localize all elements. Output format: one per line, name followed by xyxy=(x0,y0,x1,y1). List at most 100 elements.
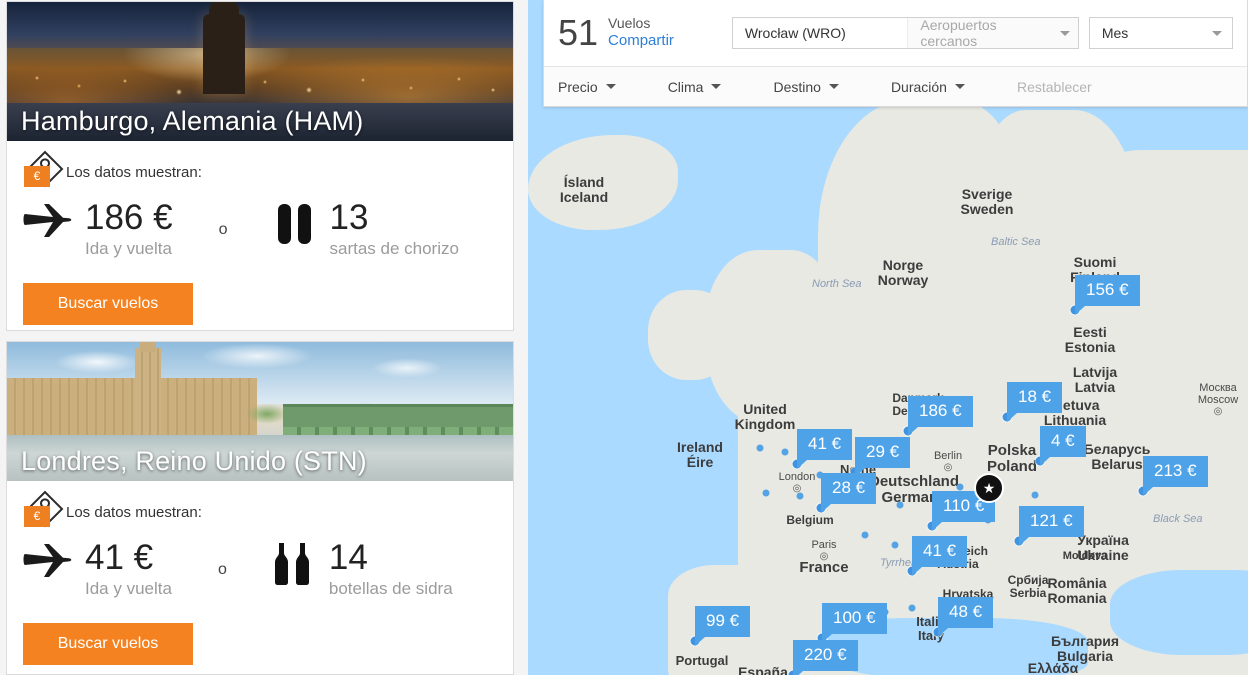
data-show-row: € Los datos muestran: xyxy=(23,490,497,528)
euro-symbol: € xyxy=(33,509,41,523)
destination-dot[interactable] xyxy=(908,604,916,612)
country-label: Belgium xyxy=(786,513,834,527)
price-marker[interactable]: 48 € xyxy=(938,597,994,637)
or-separator: o xyxy=(218,221,228,238)
city-label: London ◎ xyxy=(778,471,816,494)
result-card-hamburg[interactable]: Hamburgo, Alemania (HAM) € Los datos mue… xyxy=(6,1,514,331)
price-marker[interactable]: 41 € xyxy=(797,429,853,469)
card-title: Hamburgo, Alemania (HAM) xyxy=(21,106,364,136)
country-label: Eesti Estonia xyxy=(1064,324,1116,356)
chevron-down-icon xyxy=(605,84,616,89)
price-marker[interactable]: 41 € xyxy=(912,536,968,576)
period-select[interactable]: Mes xyxy=(1088,17,1233,49)
destination-dot[interactable] xyxy=(861,531,869,539)
destination-dot[interactable] xyxy=(896,501,904,509)
city-label: Paris ◎ xyxy=(811,539,837,562)
alternative-stat: 14 botellas de sidra xyxy=(271,538,453,599)
destination-dot[interactable] xyxy=(956,483,964,491)
country-label: Moldova xyxy=(1062,550,1108,562)
search-panel: 51 Vuelos Compartir Wrocław (WRO) Aeropu… xyxy=(543,0,1248,107)
filter-label: Precio xyxy=(558,78,598,95)
country-label: Sverige Sweden xyxy=(960,186,1014,218)
period-value: Mes xyxy=(1101,25,1129,41)
alternative-stat: 13 sartas de chorizo xyxy=(272,198,459,259)
price-marker[interactable]: 18 € xyxy=(1007,382,1063,422)
destination-dot[interactable] xyxy=(781,448,789,456)
reset-filters-button[interactable]: Restablecer xyxy=(1017,79,1092,95)
country-label: Ísland Iceland xyxy=(559,174,609,206)
country-label: United Kingdom xyxy=(734,401,796,433)
sky-layer xyxy=(7,2,513,48)
price-marker[interactable]: 220 € xyxy=(793,640,858,675)
or-separator: o xyxy=(217,561,227,578)
destination-dot[interactable] xyxy=(891,541,899,549)
country-label: Беларусь Belarus xyxy=(1083,441,1151,473)
chevron-down-icon xyxy=(711,84,722,89)
alt-value: 13 xyxy=(329,198,369,237)
sea-label: Black Sea xyxy=(1153,513,1203,525)
airplane-icon xyxy=(23,201,73,237)
search-panel-top: 51 Vuelos Compartir Wrocław (WRO) Aeropu… xyxy=(544,0,1247,66)
price-marker[interactable]: 213 € xyxy=(1143,456,1208,496)
filter-destino[interactable]: Destino xyxy=(773,78,839,95)
destination-dot[interactable] xyxy=(762,489,770,497)
result-card-london[interactable]: Londres, Reino Unido (STN) € Los datos m… xyxy=(6,341,514,675)
city-label: Berlin ◎ xyxy=(933,450,963,473)
sea-label: North Sea xyxy=(812,278,862,290)
results-column: Hamburgo, Alemania (HAM) € Los datos mue… xyxy=(0,0,528,675)
search-flights-button[interactable]: Buscar vuelos xyxy=(23,623,193,665)
filter-label: Destino xyxy=(773,78,821,95)
filter-duracion[interactable]: Duración xyxy=(891,79,965,95)
euro-symbol: € xyxy=(33,169,41,183)
card-stats: 41 € Ida y vuelta o 14 botellas de sidra xyxy=(23,538,497,599)
price-marker[interactable]: 29 € xyxy=(855,437,911,477)
destination-dot[interactable] xyxy=(796,492,804,500)
landmass-ireland xyxy=(648,290,733,380)
filter-precio[interactable]: Precio xyxy=(558,79,616,95)
nearby-airports-dropdown[interactable]: Aeropuertos cercanos xyxy=(907,17,1078,49)
country-label: Latvija Latvia xyxy=(1072,364,1118,396)
price-tag-icon: € xyxy=(23,490,64,528)
data-show-label: Los datos muestran: xyxy=(66,163,202,181)
country-label: Србија Serbia xyxy=(1007,573,1049,600)
destination-dot[interactable] xyxy=(756,444,764,452)
price-marker[interactable]: 99 € xyxy=(695,606,751,646)
country-label: France xyxy=(799,559,849,576)
search-flights-button[interactable]: Buscar vuelos xyxy=(23,283,193,325)
star-origin-marker[interactable]: ★ xyxy=(974,473,1004,503)
destination-photo-hamburg: Hamburgo, Alemania (HAM) xyxy=(7,2,513,141)
airplane-icon xyxy=(23,541,73,577)
price-value: 41 € xyxy=(85,538,154,577)
price-value: 186 € xyxy=(85,198,173,237)
data-show-label: Los datos muestran: xyxy=(66,503,202,521)
price-stat: 41 € Ida y vuelta xyxy=(23,538,172,599)
alt-value: 14 xyxy=(328,538,368,577)
origin-input[interactable]: Wrocław (WRO) xyxy=(733,25,907,41)
filter-clima[interactable]: Clima xyxy=(668,79,722,95)
cider-bottle-icon xyxy=(271,541,317,587)
alt-sublabel: sartas de chorizo xyxy=(329,239,459,258)
country-label: Polska Poland xyxy=(986,442,1038,476)
origin-field-group[interactable]: Wrocław (WRO) Aeropuertos cercanos xyxy=(731,17,1079,49)
price-marker[interactable]: 121 € xyxy=(1019,506,1084,546)
price-marker[interactable]: 4 € xyxy=(1040,426,1086,466)
card-body: € Los datos muestran: 41 € Ida y vuelta xyxy=(7,481,513,665)
landmark-palace xyxy=(7,378,257,438)
chevron-down-icon xyxy=(828,84,839,89)
chevron-down-icon xyxy=(1212,30,1222,36)
destination-dot[interactable] xyxy=(1031,491,1039,499)
destination-photo-london: Londres, Reino Unido (STN) xyxy=(7,342,513,481)
price-tag-icon: € xyxy=(23,150,64,188)
filter-label: Duración xyxy=(890,78,947,95)
country-label: Ελλάδα xyxy=(1027,660,1079,675)
landmark-bridge xyxy=(283,404,513,439)
share-link[interactable]: Compartir xyxy=(608,32,674,51)
sea-black xyxy=(1110,570,1248,655)
price-marker[interactable]: 156 € xyxy=(1075,275,1140,315)
alt-sublabel: botellas de sidra xyxy=(328,579,453,598)
price-marker[interactable]: 186 € xyxy=(908,396,973,436)
price-sublabel: Ida y vuelta xyxy=(85,239,172,258)
price-marker[interactable]: 100 € xyxy=(822,603,887,643)
price-marker[interactable]: 28 € xyxy=(821,473,877,513)
app-root: Hamburgo, Alemania (HAM) € Los datos mue… xyxy=(0,0,1248,675)
